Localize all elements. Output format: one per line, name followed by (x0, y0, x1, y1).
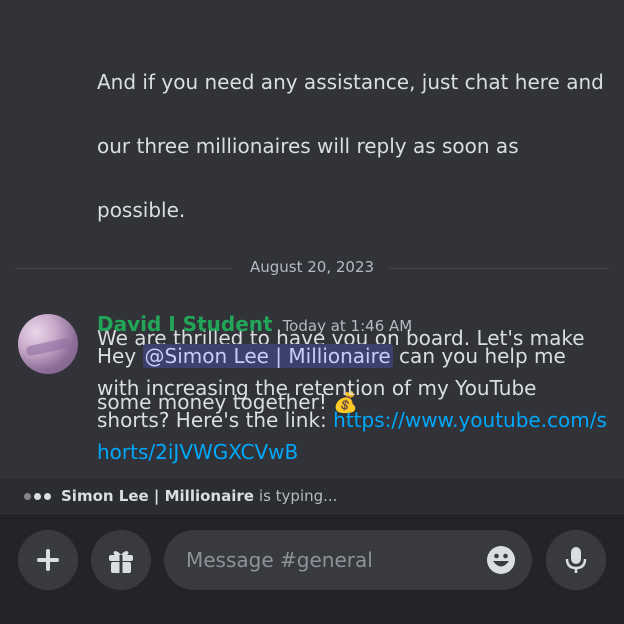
message-timestamp: Today at 1:46 AM (282, 317, 413, 335)
typing-dots-icon (24, 492, 51, 500)
plus-icon (37, 549, 59, 571)
typing-indicator: Simon Lee | Millionaire is typing... (0, 479, 624, 513)
composer-bar (0, 514, 624, 624)
gift-button[interactable] (91, 530, 151, 590)
divider-date: August 20, 2023 (239, 258, 385, 276)
emoji-icon[interactable] (486, 545, 516, 575)
typing-user: Simon Lee | Millionaire (61, 487, 254, 505)
author-name[interactable]: David I Student (97, 312, 273, 336)
message-line: possible. (97, 198, 186, 222)
message-header: David I Student Today at 1:46 AM (97, 312, 412, 336)
message-body: Hey @Simon Lee | Millionaire can you hel… (97, 340, 612, 468)
voice-message-button[interactable] (546, 530, 606, 590)
message-input[interactable] (184, 547, 468, 573)
gift-icon (109, 551, 133, 573)
avatar[interactable] (18, 314, 78, 374)
message-line: And if you need any assistance, just cha… (97, 70, 604, 94)
add-attachment-button[interactable] (18, 530, 78, 590)
user-mention[interactable]: @Simon Lee | Millionaire (142, 344, 393, 368)
typing-text: is typing... (258, 487, 338, 505)
message-line: our three millionaires will reply as soo… (97, 134, 519, 158)
microphone-icon (565, 547, 587, 573)
date-divider: August 20, 2023 (15, 258, 609, 276)
message-prefix: Hey (97, 344, 143, 368)
message-input-box[interactable] (164, 530, 532, 590)
